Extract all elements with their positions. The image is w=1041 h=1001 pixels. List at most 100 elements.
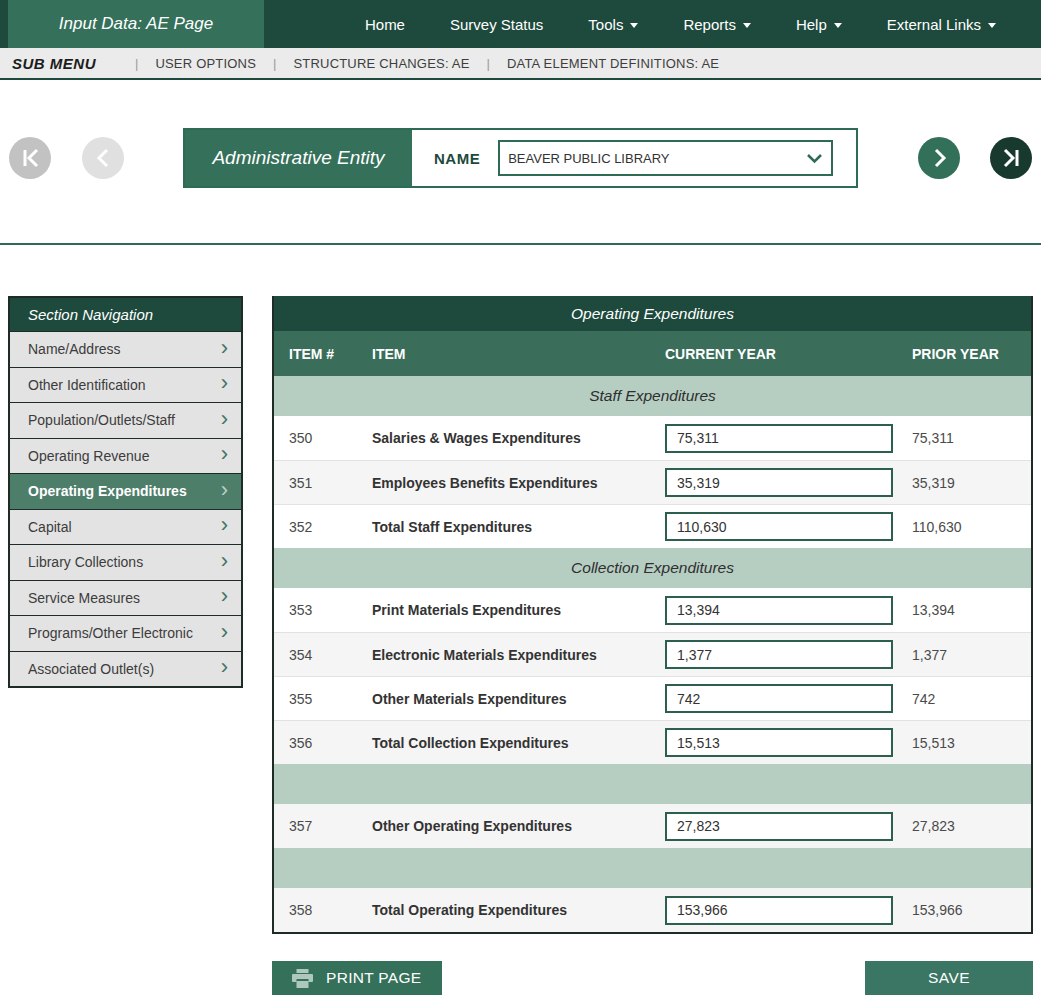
next-record-button[interactable] bbox=[918, 137, 960, 179]
previous-record-button[interactable] bbox=[82, 137, 124, 179]
nav-item-home[interactable]: Home bbox=[365, 16, 405, 33]
print-page-label: PRINT PAGE bbox=[326, 969, 421, 987]
sidebar-item-associated-outlet-s-[interactable]: Associated Outlet(s)› bbox=[10, 651, 241, 687]
sidebar-item-label: Programs/Other Electronic bbox=[28, 625, 193, 641]
last-record-button[interactable] bbox=[990, 137, 1032, 179]
sidebar-item-label: Associated Outlet(s) bbox=[28, 661, 154, 677]
current-year-input-354[interactable] bbox=[665, 640, 893, 669]
section-header-label: Staff Expenditures bbox=[589, 387, 716, 405]
current-year-input-357[interactable] bbox=[665, 812, 893, 841]
nav-item-label: Tools bbox=[588, 16, 623, 33]
table-row-352: 352Total Staff Expenditures110,630 bbox=[274, 504, 1031, 548]
table-row-353: 353Print Materials Expenditures13,394 bbox=[274, 588, 1031, 632]
item-number: 351 bbox=[274, 475, 372, 491]
nav-item-tools[interactable]: Tools bbox=[588, 16, 638, 33]
item-number: 355 bbox=[274, 691, 372, 707]
sub-menu-bar: SUB MENU |USER OPTIONS|STRUCTURE CHANGES… bbox=[0, 48, 1041, 80]
current-year-input-356[interactable] bbox=[665, 728, 893, 757]
spacer-row bbox=[274, 764, 1031, 804]
sidebar-item-programs-other-electronic[interactable]: Programs/Other Electronic › bbox=[10, 615, 241, 651]
item-number: 352 bbox=[274, 519, 372, 535]
sidebar-item-label: Operating Expenditures bbox=[28, 483, 187, 499]
submenu-separator: | bbox=[487, 56, 490, 71]
caret-down-icon bbox=[630, 23, 638, 28]
item-number: 353 bbox=[274, 602, 372, 618]
sidebar-item-name-address[interactable]: Name/Address› bbox=[10, 331, 241, 367]
sidebar-item-capital[interactable]: Capital› bbox=[10, 509, 241, 545]
item-number: 356 bbox=[274, 735, 372, 751]
nav-item-help[interactable]: Help bbox=[796, 16, 842, 33]
sidebar-item-service-measures[interactable]: Service Measures› bbox=[10, 580, 241, 616]
item-label: Total Operating Expenditures bbox=[372, 902, 665, 918]
nav-item-survey-status[interactable]: Survey Status bbox=[450, 16, 543, 33]
submenu-separator: | bbox=[273, 56, 276, 71]
first-record-icon bbox=[9, 137, 51, 179]
prior-year-value: 153,966 bbox=[912, 902, 1031, 918]
entity-selector-panel: Administrative Entity NAME BEAVER PUBLIC… bbox=[183, 128, 858, 188]
table-title: Operating Expenditures bbox=[274, 296, 1031, 331]
item-label: Total Collection Expenditures bbox=[372, 735, 665, 751]
nav-item-label: Reports bbox=[683, 16, 736, 33]
table-row-356: 356Total Collection Expenditures 15,513 bbox=[274, 720, 1031, 764]
table-row-358: 358Total Operating Expenditures 153,966 bbox=[274, 888, 1031, 932]
nav-item-reports[interactable]: Reports bbox=[683, 16, 751, 33]
chevron-right-icon: › bbox=[221, 621, 228, 643]
name-label: NAME bbox=[434, 150, 480, 167]
caret-down-icon bbox=[988, 23, 996, 28]
sidebar-item-operating-revenue[interactable]: Operating Revenue› bbox=[10, 438, 241, 474]
chevron-right-icon: › bbox=[221, 337, 228, 359]
chevron-right-icon: › bbox=[221, 408, 228, 430]
previous-record-icon bbox=[82, 137, 124, 179]
nav-item-external-links[interactable]: External Links bbox=[887, 16, 996, 33]
col-item: ITEM bbox=[372, 346, 665, 362]
sidebar-item-population-outlets-staff[interactable]: Population/Outlets/Staff › bbox=[10, 402, 241, 438]
current-year-input-355[interactable] bbox=[665, 684, 893, 713]
save-label: SAVE bbox=[928, 969, 970, 987]
item-label: Employees Benefits Expenditures bbox=[372, 475, 665, 491]
first-record-button[interactable] bbox=[9, 137, 51, 179]
current-year-input-352[interactable] bbox=[665, 512, 893, 541]
operating-expenditures-table: Operating Expenditures ITEM # ITEM CURRE… bbox=[272, 296, 1033, 934]
caret-down-icon bbox=[834, 23, 842, 28]
entity-name-select[interactable]: BEAVER PUBLIC LIBRARY bbox=[500, 142, 831, 174]
item-number: 354 bbox=[274, 647, 372, 663]
current-year-input-351[interactable] bbox=[665, 468, 893, 497]
chevron-right-icon: › bbox=[221, 514, 228, 536]
top-nav-items: Home Survey Status Tools Reports Help Externa… bbox=[365, 0, 1041, 48]
section-header-label: Collection Expenditures bbox=[571, 559, 734, 577]
submenu-item-data-element-definitions-ae[interactable]: DATA ELEMENT DEFINITIONS: AE bbox=[507, 56, 719, 71]
chevron-right-icon: › bbox=[221, 550, 228, 572]
submenu-item-structure-changes-ae[interactable]: STRUCTURE CHANGES: AE bbox=[293, 56, 469, 71]
sidebar-item-library-collections[interactable]: Library Collections› bbox=[10, 544, 241, 580]
item-label: Total Staff Expenditures bbox=[372, 519, 665, 535]
current-year-input-350[interactable] bbox=[665, 424, 893, 453]
item-label: Other Operating Expenditures bbox=[372, 818, 665, 834]
save-button[interactable]: SAVE bbox=[865, 961, 1033, 995]
chevron-right-icon: › bbox=[221, 372, 228, 394]
col-current-year: CURRENT YEAR bbox=[665, 346, 912, 362]
item-number: 358 bbox=[274, 902, 372, 918]
chevron-right-icon: › bbox=[221, 479, 228, 501]
item-label: Electronic Materials Expenditures bbox=[372, 647, 665, 663]
print-page-button[interactable]: PRINT PAGE bbox=[272, 961, 442, 995]
table-column-headers: ITEM # ITEM CURRENT YEAR PRIOR YEAR bbox=[274, 331, 1031, 376]
submenu-item-user-options[interactable]: USER OPTIONS bbox=[155, 56, 256, 71]
nav-item-label: Help bbox=[796, 16, 827, 33]
sidebar-item-other-identification[interactable]: Other Identification › bbox=[10, 367, 241, 403]
item-label: Other Materials Expenditures bbox=[372, 691, 665, 707]
tab-input-data-ae-page[interactable]: Input Data: AE Page bbox=[8, 0, 264, 48]
printer-icon bbox=[292, 969, 313, 988]
table-row-355: 355Other Materials Expenditures742 bbox=[274, 676, 1031, 720]
sidebar-item-operating-expenditures[interactable]: Operating Expenditures › bbox=[10, 473, 241, 509]
item-number: 357 bbox=[274, 818, 372, 834]
col-item-number: ITEM # bbox=[274, 346, 372, 362]
current-year-input-353[interactable] bbox=[665, 596, 893, 625]
table-row-357: 357Other Operating Expenditures27,823 bbox=[274, 804, 1031, 848]
sidebar-item-label: Other Identification bbox=[28, 377, 146, 393]
chevron-right-icon: › bbox=[221, 585, 228, 607]
sidebar-item-label: Operating Revenue bbox=[28, 448, 149, 464]
entity-name-select-wrap: BEAVER PUBLIC LIBRARY bbox=[498, 140, 833, 176]
sidebar-item-label: Population/Outlets/Staff bbox=[28, 412, 175, 428]
prior-year-value: 15,513 bbox=[912, 735, 1031, 751]
current-year-input-358[interactable] bbox=[665, 896, 893, 925]
